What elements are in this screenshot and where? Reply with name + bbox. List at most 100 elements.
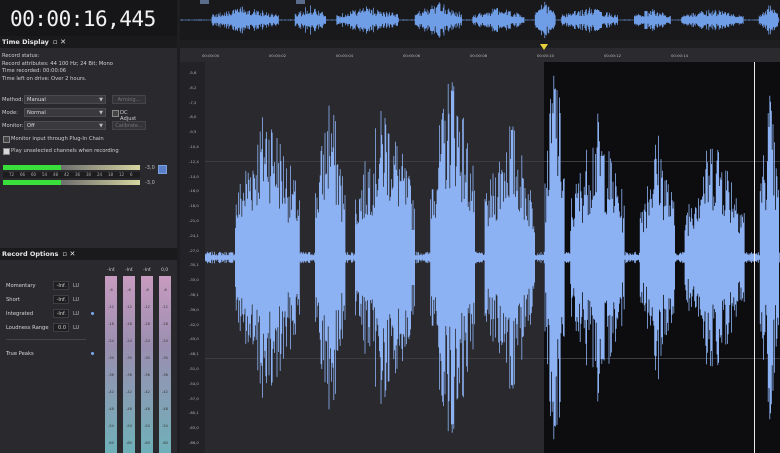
meter-fill [3, 180, 61, 185]
meter-tick: -54 [126, 424, 132, 428]
level-tick: -24,1 [189, 232, 199, 238]
meter-tick: -54 [108, 424, 114, 428]
meter-scale-tick: 42 [64, 172, 70, 177]
close-icon[interactable]: ▫ ✕ [53, 36, 66, 48]
momentary-label: Momentary [6, 283, 36, 289]
ruler-tick: 00:00:08 [470, 53, 488, 58]
waveform-path [205, 75, 780, 440]
meter-tick: -12 [126, 305, 132, 309]
meter-tick: -48 [162, 407, 168, 411]
true-peaks-indicator[interactable] [91, 352, 94, 355]
play-unselected-checkbox[interactable] [3, 148, 10, 155]
level-tick: -39,0 [189, 306, 199, 312]
ruler-tick: 00:00:14 [671, 53, 689, 58]
meter-tick: -12 [162, 305, 168, 309]
meter-tick: -18 [126, 322, 132, 326]
level-ruler[interactable]: -5,6 -6,2 -7,2 -8,0 -9,5 -10,4 -12,4 -14,0 -16,0… [180, 62, 205, 453]
input-meter-left [3, 165, 140, 170]
level-tick: -45,0 [189, 336, 199, 342]
monitor-select[interactable]: Off ▼ [24, 121, 106, 130]
record-status: Record status: Record attributes: 44 100… [2, 53, 113, 83]
record-panel-title[interactable]: Time Display ▫ ✕ [0, 36, 177, 48]
meter-scale-tick: 72 [9, 172, 15, 177]
meter-tick: -48 [126, 407, 132, 411]
level-tick: -66,0 [189, 440, 199, 445]
monitor-plugin-checkbox[interactable] [3, 136, 10, 143]
time-ruler[interactable]: 00:00:00 00:00:02 00:00:04 00:00:06 00:00:08… [180, 48, 780, 62]
overview-waveform [179, 1, 780, 39]
meter-tick: -18 [108, 322, 114, 326]
level-tick: -63,0 [189, 425, 199, 431]
meter-tick: -36 [162, 373, 168, 377]
level-tick: -6,2 [189, 84, 197, 90]
meter-scale-tick: 30 [86, 172, 92, 177]
ruler-tick: 00:00:10 [537, 53, 555, 58]
loudness-range-value: 0.0 [53, 323, 69, 332]
meter-settings-button[interactable] [158, 165, 167, 174]
meter-tick: -30 [108, 356, 114, 360]
mode-select[interactable]: Normal ▼ [24, 108, 106, 117]
meter-tick: -48 [144, 407, 150, 411]
meter-scale-tick: 12 [119, 172, 125, 177]
meter-scale-tick: 60 [31, 172, 37, 177]
meter-tick: -42 [162, 390, 168, 394]
time-display: 00:00:16,445 [0, 0, 177, 36]
meter-scale-tick: 66 [20, 172, 26, 177]
method-select[interactable]: Manual ▼ [24, 95, 106, 104]
short-value: -Inf. [53, 295, 69, 304]
meter-tick: -24 [162, 339, 168, 343]
meter-tick: -12 [108, 305, 114, 309]
meter-top-value: -Inf. [125, 268, 134, 273]
dc-adjust-checkbox[interactable] [112, 110, 119, 117]
integrated-label: Integrated [6, 311, 34, 317]
playhead-marker[interactable] [540, 44, 548, 50]
waveform[interactable] [205, 62, 780, 453]
meter-fill [3, 165, 61, 170]
play-unselected-label: Play unselected channels when recording [11, 148, 119, 154]
meter-tick: -48 [108, 407, 114, 411]
meter-tick: -36 [126, 373, 132, 377]
short-unit: LU [73, 297, 80, 303]
meter-tick: -36 [108, 373, 114, 377]
divider [6, 339, 86, 340]
meter-top-value: -Inf. [107, 268, 116, 273]
level-tick: -36,1 [189, 292, 199, 297]
record-cursor [754, 62, 755, 453]
meter-scale-tick: 18 [108, 172, 114, 177]
meter-tick: -42 [144, 390, 150, 394]
timecode: 00:00:16,445 [10, 7, 156, 31]
record-info-line: Time recorded: 00:00:06 [2, 68, 67, 75]
monitor-plugin-label: Monitor input through Plug-In Chain [11, 136, 104, 142]
record-info-line: Record attributes: 44 100 Hz; 24 Bit; Mo… [2, 60, 113, 67]
toolbar-button[interactable] [296, 0, 305, 4]
meter-peak-value: -3,0 [145, 180, 155, 186]
loudness-meter-short: -6 -12 -18 -24 -30 -36 -42 -48 -54 -60 [123, 276, 135, 453]
toolbar-button[interactable] [200, 0, 209, 4]
meter-scale: 72 66 60 54 48 42 36 30 24 18 12 6 [3, 172, 140, 178]
meter-tick: -18 [144, 322, 150, 326]
level-tick: -60,1 [189, 410, 199, 416]
integrated-indicator[interactable] [91, 312, 94, 315]
meter-tick: -6 [127, 288, 131, 292]
meter-top-value: 0,0 [161, 268, 169, 273]
arming-button[interactable]: Arming... [112, 95, 146, 104]
meter-tick: -30 [162, 356, 168, 360]
overview-bar[interactable] [179, 0, 780, 40]
calibrate-button[interactable]: Calibrate... [112, 121, 146, 130]
ruler-tick: 00:00:02 [269, 53, 287, 58]
meter-tick: -54 [162, 424, 168, 428]
meter-tick: -42 [126, 390, 132, 394]
meter-tick: -60 [162, 441, 168, 445]
level-tick: -12,4 [189, 158, 199, 164]
level-tick: -54,0 [189, 380, 199, 386]
meter-tick: -36 [144, 373, 150, 377]
level-tick: -48,1 [189, 351, 199, 357]
waveform-path [179, 1, 780, 39]
meter-scale-tick: 54 [42, 172, 48, 177]
momentary-value: -Inf. [53, 281, 69, 290]
level-tick: -30,1 [189, 262, 199, 268]
level-tick: -5,6 [189, 70, 197, 75]
meter-tick: -54 [144, 424, 150, 428]
close-icon[interactable]: ▫ ✕ [62, 248, 75, 260]
loudness-panel-title[interactable]: Record Options ▫ ✕ [0, 248, 177, 260]
